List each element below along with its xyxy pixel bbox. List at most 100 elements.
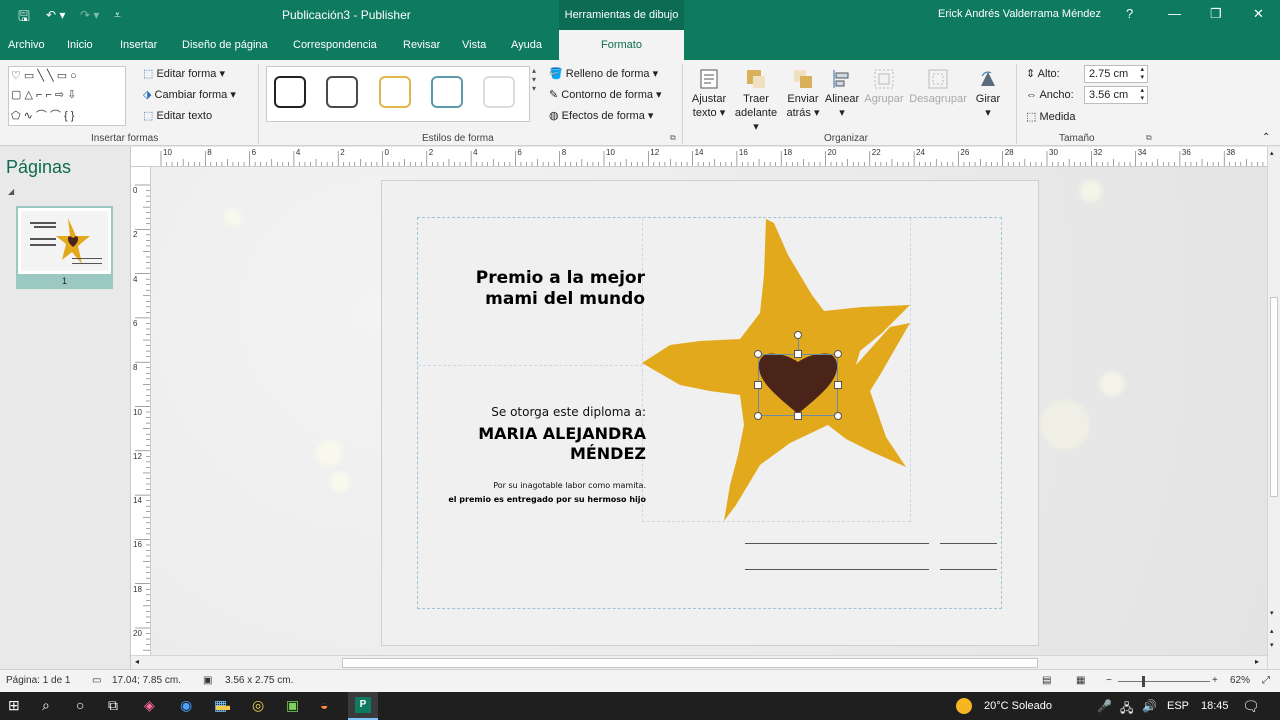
- chrome-icon[interactable]: ◎: [252, 697, 264, 714]
- freeform-shape-icon[interactable]: ⬠ ∿ ⌒ ⌒ { }: [11, 107, 74, 123]
- align-button[interactable]: Alinear ▾: [823, 68, 861, 120]
- clock[interactable]: 18:45: [1201, 700, 1229, 712]
- fit-page-icon[interactable]: ⤢: [1262, 675, 1270, 686]
- style-swatch-3[interactable]: [379, 76, 411, 108]
- style-swatch-4[interactable]: [431, 76, 463, 108]
- group-button[interactable]: Agrupar: [862, 68, 906, 106]
- ungroup-button[interactable]: Desagrupar: [907, 68, 969, 106]
- undo-icon[interactable]: ↶ ▾: [46, 8, 65, 22]
- gallery-more-icon[interactable]: ▴ ▾ ▾: [532, 66, 536, 93]
- tab-inicio[interactable]: Inicio: [67, 39, 93, 51]
- tab-insertar[interactable]: Insertar: [120, 39, 157, 51]
- publisher-taskbar-button[interactable]: P: [348, 692, 378, 720]
- collapse-pages-icon[interactable]: ◢: [8, 187, 14, 196]
- network-icon[interactable]: 🖧: [1120, 699, 1133, 720]
- page-down-icon[interactable]: ▾: [1270, 641, 1274, 649]
- heart-shape-icon[interactable]: ♡ ▭ ╲ ╲ ▭ ○: [11, 69, 77, 82]
- collapse-ribbon-icon[interactable]: ⌃: [1262, 132, 1270, 143]
- language-indicator[interactable]: ESP: [1167, 700, 1189, 712]
- vertical-scrollbar[interactable]: ▴ ▾ ▴ ▾: [1267, 147, 1280, 669]
- rotation-handle[interactable]: [794, 331, 802, 339]
- app-icon-2[interactable]: ▣: [286, 697, 299, 714]
- scroll-left-icon[interactable]: ◂: [135, 657, 139, 666]
- app-icon-1[interactable]: ◈: [144, 697, 155, 714]
- tab-diseno-pagina[interactable]: Diseño de página: [182, 39, 268, 51]
- two-page-view-icon[interactable]: ▦: [1076, 675, 1085, 686]
- width-spinner-icon[interactable]: ▴ ▾: [1140, 87, 1144, 103]
- volume-icon[interactable]: 🔊: [1142, 699, 1157, 713]
- shape-effects-button[interactable]: ◍ Efectos de forma ▾: [549, 109, 653, 122]
- search-icon[interactable]: ⌕: [42, 697, 50, 714]
- resize-handle-top-right[interactable]: [834, 350, 842, 358]
- app-icon-3[interactable]: ◒: [320, 697, 328, 713]
- style-swatch-5[interactable]: [483, 76, 515, 108]
- measure-button[interactable]: ⬚ Medida: [1026, 110, 1076, 123]
- tab-vista[interactable]: Vista: [462, 39, 486, 51]
- tab-ayuda[interactable]: Ayuda: [511, 39, 542, 51]
- scroll-down-icon[interactable]: ▾: [1270, 609, 1274, 617]
- zoom-in-icon[interactable]: +: [1212, 675, 1218, 686]
- resize-handle-top[interactable]: [794, 350, 802, 358]
- diploma-reason-text[interactable]: Por su inagotable labor como mamita.: [493, 481, 646, 490]
- scroll-up-icon[interactable]: ▴: [1270, 149, 1274, 157]
- height-input[interactable]: 2.75 cm ▴ ▾: [1084, 65, 1148, 83]
- diploma-given-by-text[interactable]: el premio es entregado por su hermoso hi…: [426, 495, 646, 505]
- page-thumbnail[interactable]: [16, 206, 113, 276]
- file-explorer-icon[interactable]: ▬: [216, 697, 230, 713]
- rotate-button[interactable]: Girar ▾: [971, 68, 1005, 120]
- vertical-ruler[interactable]: 0 2 4 6 8 10 12 14 16 18 20: [131, 167, 151, 655]
- tab-archivo[interactable]: Archivo: [8, 39, 45, 51]
- shape-outline-button[interactable]: ✎ Contorno de forma ▾: [549, 88, 662, 101]
- minimize-button[interactable]: —: [1168, 6, 1181, 21]
- zoom-slider-thumb[interactable]: [1142, 676, 1145, 687]
- tab-correspondencia[interactable]: Correspondencia: [293, 39, 377, 51]
- resize-handle-top-left[interactable]: [754, 350, 762, 358]
- restore-button[interactable]: ❐: [1210, 6, 1222, 22]
- edit-text-button[interactable]: ⬚ Editar texto: [143, 109, 212, 122]
- resize-handle-right[interactable]: [834, 381, 842, 389]
- cortana-icon[interactable]: ○: [76, 697, 84, 713]
- diploma-granted-text[interactable]: Se otorga este diploma a:: [491, 405, 646, 419]
- style-swatch-1[interactable]: [274, 76, 306, 108]
- resize-handle-left[interactable]: [754, 381, 762, 389]
- page-up-icon[interactable]: ▴: [1270, 627, 1274, 635]
- wrap-text-button[interactable]: Ajustar texto ▾: [690, 68, 728, 120]
- horizontal-scrollbar[interactable]: ◂ ▸: [131, 655, 1267, 669]
- single-page-view-icon[interactable]: ▤: [1042, 675, 1051, 686]
- shape-gallery[interactable]: ♡ ▭ ╲ ╲ ▭ ○ ▢ △ ⌐ ⌐ ⇨ ⇩ ⬠ ∿ ⌒ ⌒ { }: [8, 66, 126, 126]
- customize-qat-icon[interactable]: ⩡: [114, 8, 121, 23]
- page-indicator[interactable]: Página: 1 de 1: [6, 675, 71, 686]
- zoom-level[interactable]: 62%: [1230, 675, 1250, 686]
- help-button[interactable]: ?: [1126, 6, 1133, 21]
- width-input[interactable]: 3.56 cm ▴ ▾: [1084, 86, 1148, 104]
- user-name[interactable]: Erick Andrés Valderrama Méndez: [938, 8, 1101, 20]
- close-button[interactable]: ✕: [1253, 6, 1264, 22]
- diploma-title[interactable]: Premio a la mejor mami del mundo: [476, 268, 645, 310]
- edit-shape-button[interactable]: ⬚ Editar forma ▾: [143, 67, 225, 80]
- diploma-recipient-name[interactable]: MARIA ALEJANDRA MÉNDEZ: [478, 424, 646, 464]
- height-spinner-icon[interactable]: ▴ ▾: [1140, 66, 1144, 82]
- change-shape-button[interactable]: ⬗ Cambiar forma ▾: [143, 88, 236, 101]
- edge-icon[interactable]: ◉: [180, 697, 192, 714]
- send-backward-button[interactable]: Enviar atrás ▾: [785, 68, 821, 120]
- tab-formato[interactable]: Formato: [559, 30, 684, 61]
- style-swatch-2[interactable]: [326, 76, 358, 108]
- zoom-slider[interactable]: [1118, 681, 1210, 682]
- windows-start-icon[interactable]: ⊞: [8, 697, 20, 714]
- notifications-icon[interactable]: 🗨: [1242, 698, 1260, 715]
- resize-handle-bottom[interactable]: [794, 412, 802, 420]
- horizontal-ruler[interactable]: 10 8 6 4 2 0 2 4 6 8 10 12 14 16 18 20 22 24 26 28 30 32 34 36 3…: [131, 147, 1267, 167]
- scroll-right-icon[interactable]: ▸: [1255, 657, 1259, 666]
- save-icon[interactable]: 🖫: [18, 6, 30, 30]
- tab-revisar[interactable]: Revisar: [403, 39, 440, 51]
- bring-forward-button[interactable]: Traer adelante ▾: [731, 68, 781, 134]
- rectangle-shape-icon[interactable]: ▢ △ ⌐ ⌐ ⇨ ⇩: [11, 88, 76, 101]
- shape-styles-gallery[interactable]: [266, 66, 530, 122]
- dialog-launcher-icon[interactable]: ⧉: [670, 133, 676, 143]
- zoom-out-icon[interactable]: −: [1106, 675, 1112, 686]
- shape-fill-button[interactable]: 🪣 Relleno de forma ▾: [549, 67, 658, 80]
- vertical-scroll-thumb[interactable]: [1270, 297, 1278, 497]
- redo-icon[interactable]: ↷ ▾: [80, 8, 99, 22]
- microphone-icon[interactable]: 🎤: [1097, 699, 1112, 713]
- resize-handle-bottom-right[interactable]: [834, 412, 842, 420]
